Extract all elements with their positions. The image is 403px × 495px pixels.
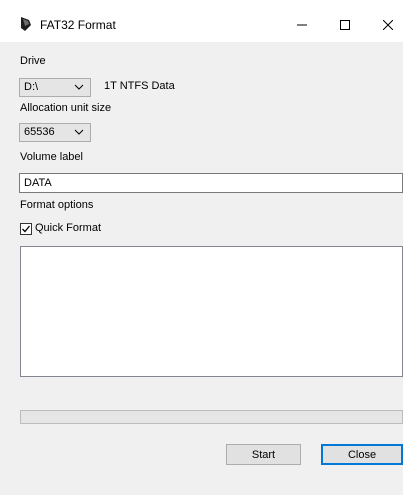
checkmark-icon	[22, 225, 31, 233]
drive-select-value: D:\	[24, 81, 39, 93]
window-title: FAT32 Format	[40, 18, 116, 32]
quick-format-label: Quick Format	[35, 222, 102, 234]
maximize-icon	[340, 20, 350, 30]
chevron-down-icon	[74, 84, 84, 90]
close-window-button[interactable]	[371, 10, 403, 40]
title-bar[interactable]: FAT32 Format	[0, 0, 403, 42]
volume-label-value: DATA	[24, 177, 52, 189]
allocation-unit-select[interactable]: 65536	[19, 123, 91, 142]
volume-label-input[interactable]: DATA	[19, 173, 403, 193]
volume-label-label: Volume label	[20, 151, 83, 163]
drive-select[interactable]: D:\	[19, 78, 91, 97]
drive-format-icon	[21, 17, 31, 31]
maximize-button[interactable]	[328, 10, 362, 40]
close-icon	[383, 20, 393, 30]
minimize-icon	[297, 24, 307, 26]
chevron-down-icon	[74, 129, 84, 135]
format-dialog: FAT32 Format Drive D:\ 1T NTFS Data Allo…	[0, 0, 403, 495]
allocation-unit-label: Allocation unit size	[20, 102, 112, 114]
drive-description: 1T NTFS Data	[104, 80, 175, 92]
drive-label: Drive	[20, 55, 46, 67]
start-button[interactable]: Start	[226, 444, 301, 465]
close-button[interactable]: Close	[321, 444, 403, 465]
minimize-button[interactable]	[285, 10, 319, 40]
quick-format-checkbox[interactable]	[20, 223, 32, 235]
format-log-textarea[interactable]	[20, 246, 403, 377]
format-options-label: Format options	[20, 199, 94, 211]
allocation-unit-value: 65536	[24, 126, 55, 138]
format-progress-bar	[20, 410, 403, 424]
